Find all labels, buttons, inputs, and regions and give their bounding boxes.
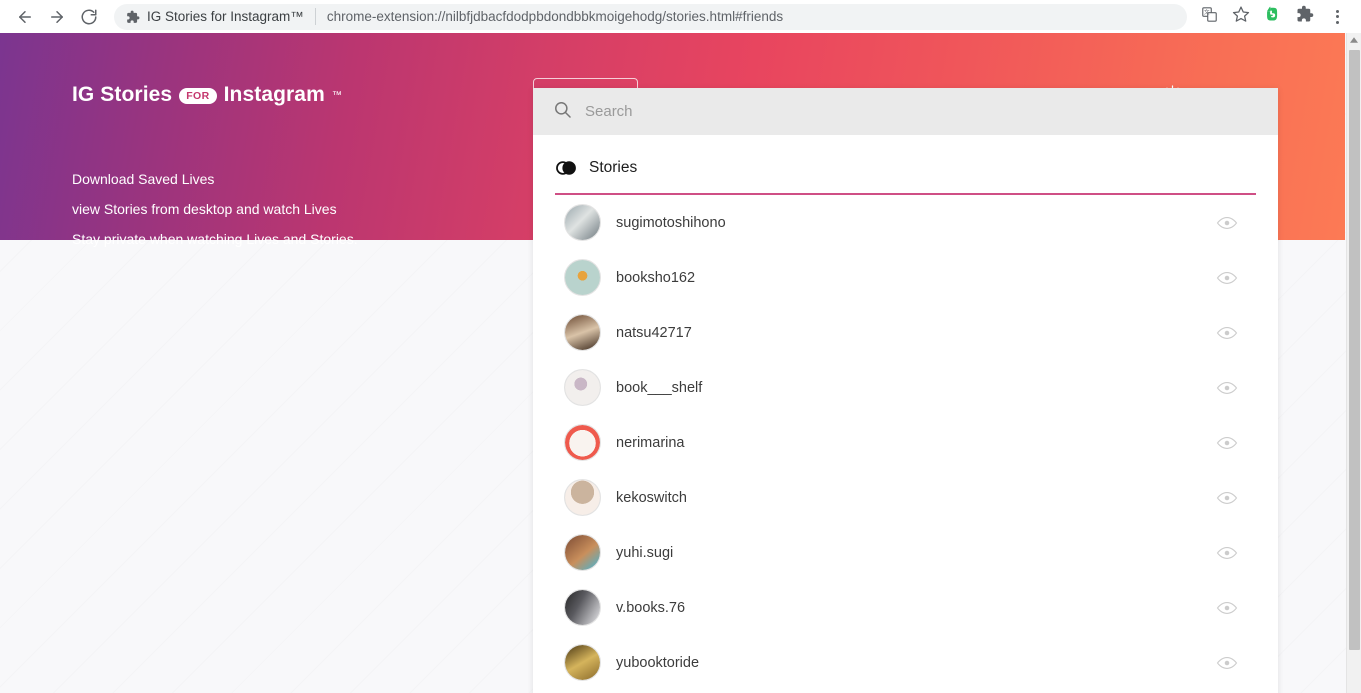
list-item-username: v.books.76 (616, 599, 686, 616)
chrome-menu-icon (1335, 9, 1339, 24)
evernote-extension-button[interactable] (1259, 3, 1287, 31)
list-item-username: book___shelf (616, 379, 703, 396)
list-item-username: kekoswitch (616, 489, 687, 506)
avatar-image (565, 205, 600, 240)
avatar[interactable] (564, 534, 601, 571)
back-button[interactable] (10, 2, 40, 32)
search-magnifier-icon (553, 100, 572, 124)
tagline-line-3: Stay private when watching Lives and Sto… (72, 231, 358, 247)
avatar-image (565, 645, 600, 680)
avatar-image (565, 370, 600, 405)
scrollbar-thumb[interactable] (1349, 50, 1360, 650)
chrome-menu-button[interactable] (1323, 3, 1351, 31)
eye-icon[interactable] (1214, 378, 1240, 398)
search-input[interactable] (585, 88, 1278, 135)
avatar[interactable] (564, 589, 601, 626)
browser-toolbar: IG Stories for Instagram™ chrome-extensi… (0, 0, 1361, 33)
avatar[interactable] (564, 369, 601, 406)
avatar-image (565, 315, 600, 350)
list-item[interactable]: booksho162 (555, 250, 1256, 305)
eye-icon[interactable] (1214, 598, 1240, 618)
extensions-button[interactable] (1291, 3, 1319, 31)
extensions-puzzle-icon (1296, 5, 1314, 28)
back-arrow-icon (16, 8, 34, 26)
page-scrollbar[interactable] (1346, 33, 1361, 693)
stories-circles-icon (555, 160, 577, 176)
list-item[interactable]: sugimotoshihono (555, 195, 1256, 250)
translate-icon: 文 (1201, 6, 1218, 28)
browser-toolbar-icons: 文 (1195, 3, 1351, 31)
list-item-username: nerimarina (616, 434, 685, 451)
list-item[interactable]: nerimarina (555, 415, 1256, 470)
translate-button[interactable]: 文 (1195, 3, 1223, 31)
list-item-username: natsu42717 (616, 324, 692, 341)
omnibox-divider (314, 8, 316, 25)
avatar[interactable] (564, 424, 601, 461)
list-item[interactable]: natsu42717 (555, 305, 1256, 360)
stories-panel: Stories sugimotoshihono booksho162 (533, 88, 1278, 693)
reload-icon (80, 8, 98, 26)
stories-user-list: sugimotoshihono booksho162 natsu42717 bo… (555, 195, 1256, 690)
avatar-image (565, 480, 600, 515)
avatar-image (565, 425, 600, 460)
page-title: IG Stories for Instagram™ (147, 9, 304, 24)
avatar-image (565, 590, 600, 625)
evernote-icon (1264, 5, 1282, 28)
stories-section: Stories sugimotoshihono booksho162 natsu… (533, 135, 1278, 690)
logo-for-badge: FOR (179, 87, 217, 105)
app-tagline: Download Saved Lives view Stories from d… (72, 164, 358, 254)
stories-section-header: Stories (555, 159, 1256, 195)
list-item[interactable]: yubooktoride (555, 635, 1256, 690)
scroll-up-button[interactable] (1347, 33, 1361, 48)
avatar[interactable] (564, 644, 601, 681)
address-bar[interactable]: IG Stories for Instagram™ chrome-extensi… (114, 3, 1187, 30)
logo-prefix: IG Stories (72, 83, 173, 106)
url-text[interactable]: chrome-extension://nilbfjdbacfdodpbdondb… (327, 9, 783, 24)
bookmark-button[interactable] (1227, 3, 1255, 31)
eye-icon[interactable] (1214, 543, 1240, 563)
logo-suffix: Instagram (223, 83, 325, 106)
page-viewport: IG Stories FOR Instagram™ Friends Locati… (0, 33, 1361, 693)
bookmark-star-icon (1232, 5, 1250, 28)
reload-button[interactable] (74, 2, 104, 32)
browser-nav-buttons (10, 2, 104, 32)
search-bar[interactable] (533, 88, 1278, 135)
forward-arrow-icon (48, 8, 66, 26)
page-identity-chip[interactable]: IG Stories for Instagram™ (126, 9, 304, 24)
avatar[interactable] (564, 479, 601, 516)
eye-icon[interactable] (1214, 268, 1240, 288)
list-item-username: yuhi.sugi (616, 544, 674, 561)
logo-trademark: ™ (331, 89, 342, 101)
tagline-line-1: Download Saved Lives (72, 171, 215, 187)
list-item-username: booksho162 (616, 269, 696, 286)
tagline-line-2: view Stories from desktop and watch Live… (72, 201, 337, 217)
app-logo[interactable]: IG Stories FOR Instagram ™ (72, 83, 342, 107)
eye-icon[interactable] (1214, 323, 1240, 343)
eye-icon[interactable] (1214, 213, 1240, 233)
eye-icon[interactable] (1214, 488, 1240, 508)
eye-icon[interactable] (1214, 653, 1240, 673)
extension-puzzle-icon (126, 10, 140, 24)
list-item[interactable]: yuhi.sugi (555, 525, 1256, 580)
list-item[interactable]: v.books.76 (555, 580, 1256, 635)
eye-icon[interactable] (1214, 433, 1240, 453)
list-item-username: yubooktoride (616, 654, 700, 671)
avatar[interactable] (564, 314, 601, 351)
avatar[interactable] (564, 204, 601, 241)
scroll-up-arrow-icon (1350, 36, 1358, 45)
list-item-username: sugimotoshihono (616, 214, 726, 231)
list-item[interactable]: kekoswitch (555, 470, 1256, 525)
stories-section-label: Stories (589, 159, 638, 176)
avatar-image (565, 535, 600, 570)
svg-text:文: 文 (1203, 8, 1209, 16)
list-item[interactable]: book___shelf (555, 360, 1256, 415)
avatar-image (565, 260, 600, 295)
forward-button[interactable] (42, 2, 72, 32)
avatar[interactable] (564, 259, 601, 296)
